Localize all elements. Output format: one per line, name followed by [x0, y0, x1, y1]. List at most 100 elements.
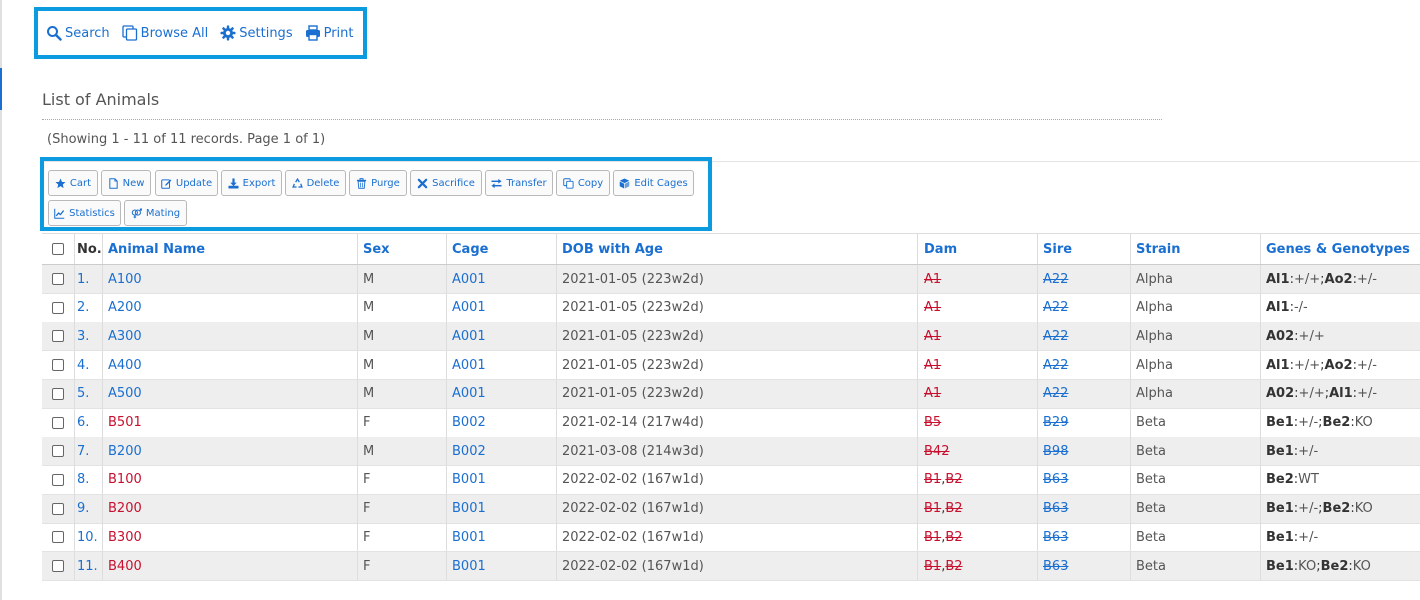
- animal-name-link[interactable]: B100: [108, 472, 142, 487]
- row-checkbox[interactable]: [52, 416, 64, 429]
- row-number[interactable]: 4.: [77, 358, 89, 373]
- sire-link[interactable]: B29: [1043, 415, 1068, 430]
- trash-icon: [357, 177, 367, 189]
- record-count: (Showing 1 - 11 of 11 records. Page 1 of…: [47, 132, 326, 147]
- sire-link[interactable]: A22: [1043, 272, 1068, 287]
- row-checkbox[interactable]: [52, 387, 64, 400]
- row-number-cell: 8.: [77, 466, 105, 494]
- animal-name-link[interactable]: B200: [108, 501, 142, 516]
- row-number[interactable]: 7.: [77, 444, 89, 459]
- sire-link[interactable]: B63: [1043, 472, 1068, 487]
- row-checkbox[interactable]: [52, 273, 64, 285]
- animal-name-link[interactable]: A400: [108, 358, 142, 373]
- cage-link[interactable]: B001: [452, 501, 486, 516]
- row-checkbox[interactable]: [52, 560, 64, 572]
- row-checkbox[interactable]: [52, 473, 64, 486]
- animal-name-link[interactable]: B501: [108, 415, 142, 430]
- animal-name-link[interactable]: A100: [108, 272, 142, 287]
- cart-button[interactable]: Cart: [48, 170, 98, 196]
- new-button[interactable]: New: [101, 170, 151, 196]
- sire-link[interactable]: B63: [1043, 530, 1068, 545]
- animal-name-link[interactable]: B400: [108, 559, 142, 574]
- settings-link[interactable]: Settings: [220, 25, 293, 41]
- copy-button[interactable]: Copy: [556, 170, 610, 196]
- dam-link[interactable]: B2: [945, 472, 962, 487]
- dam-link[interactable]: A1: [924, 329, 941, 344]
- row-number[interactable]: 10.: [77, 530, 98, 545]
- dam-link[interactable]: A1: [924, 272, 941, 287]
- search-link[interactable]: Search: [46, 25, 110, 41]
- cage-link[interactable]: B001: [452, 472, 486, 487]
- col-divider: [917, 322, 918, 351]
- dam-link[interactable]: B1: [924, 530, 941, 545]
- col-sire[interactable]: Sire: [1043, 234, 1133, 264]
- cage-link[interactable]: B001: [452, 559, 486, 574]
- purge-button[interactable]: Purge: [349, 170, 407, 196]
- col-animal-name[interactable]: Animal Name: [108, 234, 353, 264]
- dam-link[interactable]: B1: [924, 501, 941, 516]
- col-dam[interactable]: Dam: [924, 234, 1034, 264]
- cage-link[interactable]: A001: [452, 300, 486, 315]
- sire-link[interactable]: A22: [1043, 329, 1068, 344]
- statistics-button[interactable]: Statistics: [48, 200, 121, 226]
- cage-link[interactable]: B002: [452, 415, 486, 430]
- dam-link[interactable]: B1: [924, 559, 941, 574]
- row-checkbox[interactable]: [52, 531, 64, 544]
- row-checkbox[interactable]: [52, 301, 64, 314]
- mating-button[interactable]: Mating: [124, 200, 187, 226]
- row-number[interactable]: 6.: [77, 415, 89, 430]
- export-button[interactable]: Export: [221, 170, 282, 196]
- animal-name-link[interactable]: B300: [108, 530, 142, 545]
- row-checkbox[interactable]: [52, 445, 64, 458]
- cage-link[interactable]: A001: [452, 272, 486, 287]
- dam-link[interactable]: B1: [924, 472, 941, 487]
- row-number[interactable]: 5.: [77, 386, 89, 401]
- row-number[interactable]: 11.: [77, 559, 98, 574]
- dam-link[interactable]: B2: [945, 501, 962, 516]
- dam-link[interactable]: B5: [924, 415, 941, 430]
- cage-link[interactable]: A001: [452, 329, 486, 344]
- sire-link[interactable]: B63: [1043, 501, 1068, 516]
- sire-link[interactable]: A22: [1043, 358, 1068, 373]
- row-checkbox[interactable]: [52, 359, 64, 372]
- col-cage[interactable]: Cage: [452, 234, 552, 264]
- update-button[interactable]: Update: [155, 170, 218, 196]
- animal-name-link[interactable]: A300: [108, 329, 142, 344]
- cage-link[interactable]: B002: [452, 444, 486, 459]
- animal-name-link[interactable]: A200: [108, 300, 142, 315]
- dam-link[interactable]: A1: [924, 358, 941, 373]
- sacrifice-button[interactable]: Sacrifice: [410, 170, 482, 196]
- sire-link[interactable]: A22: [1043, 386, 1068, 401]
- sire-link[interactable]: B63: [1043, 559, 1068, 574]
- browse-all-link[interactable]: Browse All: [122, 25, 208, 41]
- cage-link[interactable]: A001: [452, 358, 486, 373]
- cage-link[interactable]: A001: [452, 386, 486, 401]
- col-dob[interactable]: DOB with Age: [562, 234, 912, 264]
- select-all-checkbox[interactable]: [52, 243, 64, 255]
- transfer-button[interactable]: Transfer: [485, 170, 553, 196]
- sire-link[interactable]: B98: [1043, 444, 1068, 459]
- dam-link[interactable]: A1: [924, 386, 941, 401]
- col-genes[interactable]: Genes & Genotypes: [1266, 234, 1420, 264]
- row-number[interactable]: 3.: [77, 329, 89, 344]
- row-number[interactable]: 2.: [77, 300, 89, 315]
- sire-link[interactable]: A22: [1043, 300, 1068, 315]
- dam-link[interactable]: A1: [924, 300, 941, 315]
- col-strain[interactable]: Strain: [1136, 234, 1261, 264]
- row-number[interactable]: 8.: [77, 472, 89, 487]
- row-number[interactable]: 1.: [77, 272, 89, 287]
- col-sex[interactable]: Sex: [363, 234, 443, 264]
- row-checkbox[interactable]: [52, 502, 64, 515]
- animal-name-link[interactable]: B200: [108, 444, 142, 459]
- delete-button[interactable]: Delete: [285, 170, 346, 196]
- dam-link[interactable]: B42: [924, 444, 949, 459]
- animal-name-link[interactable]: A500: [108, 386, 142, 401]
- dam-link[interactable]: B2: [945, 559, 962, 574]
- row-number[interactable]: 9.: [77, 501, 89, 516]
- cage-cell: B002: [452, 409, 552, 437]
- edit-cages-button[interactable]: Edit Cages: [613, 170, 694, 196]
- cage-link[interactable]: B001: [452, 530, 486, 545]
- print-link[interactable]: Print: [305, 25, 354, 41]
- dam-link[interactable]: B2: [945, 530, 962, 545]
- row-checkbox[interactable]: [52, 330, 64, 343]
